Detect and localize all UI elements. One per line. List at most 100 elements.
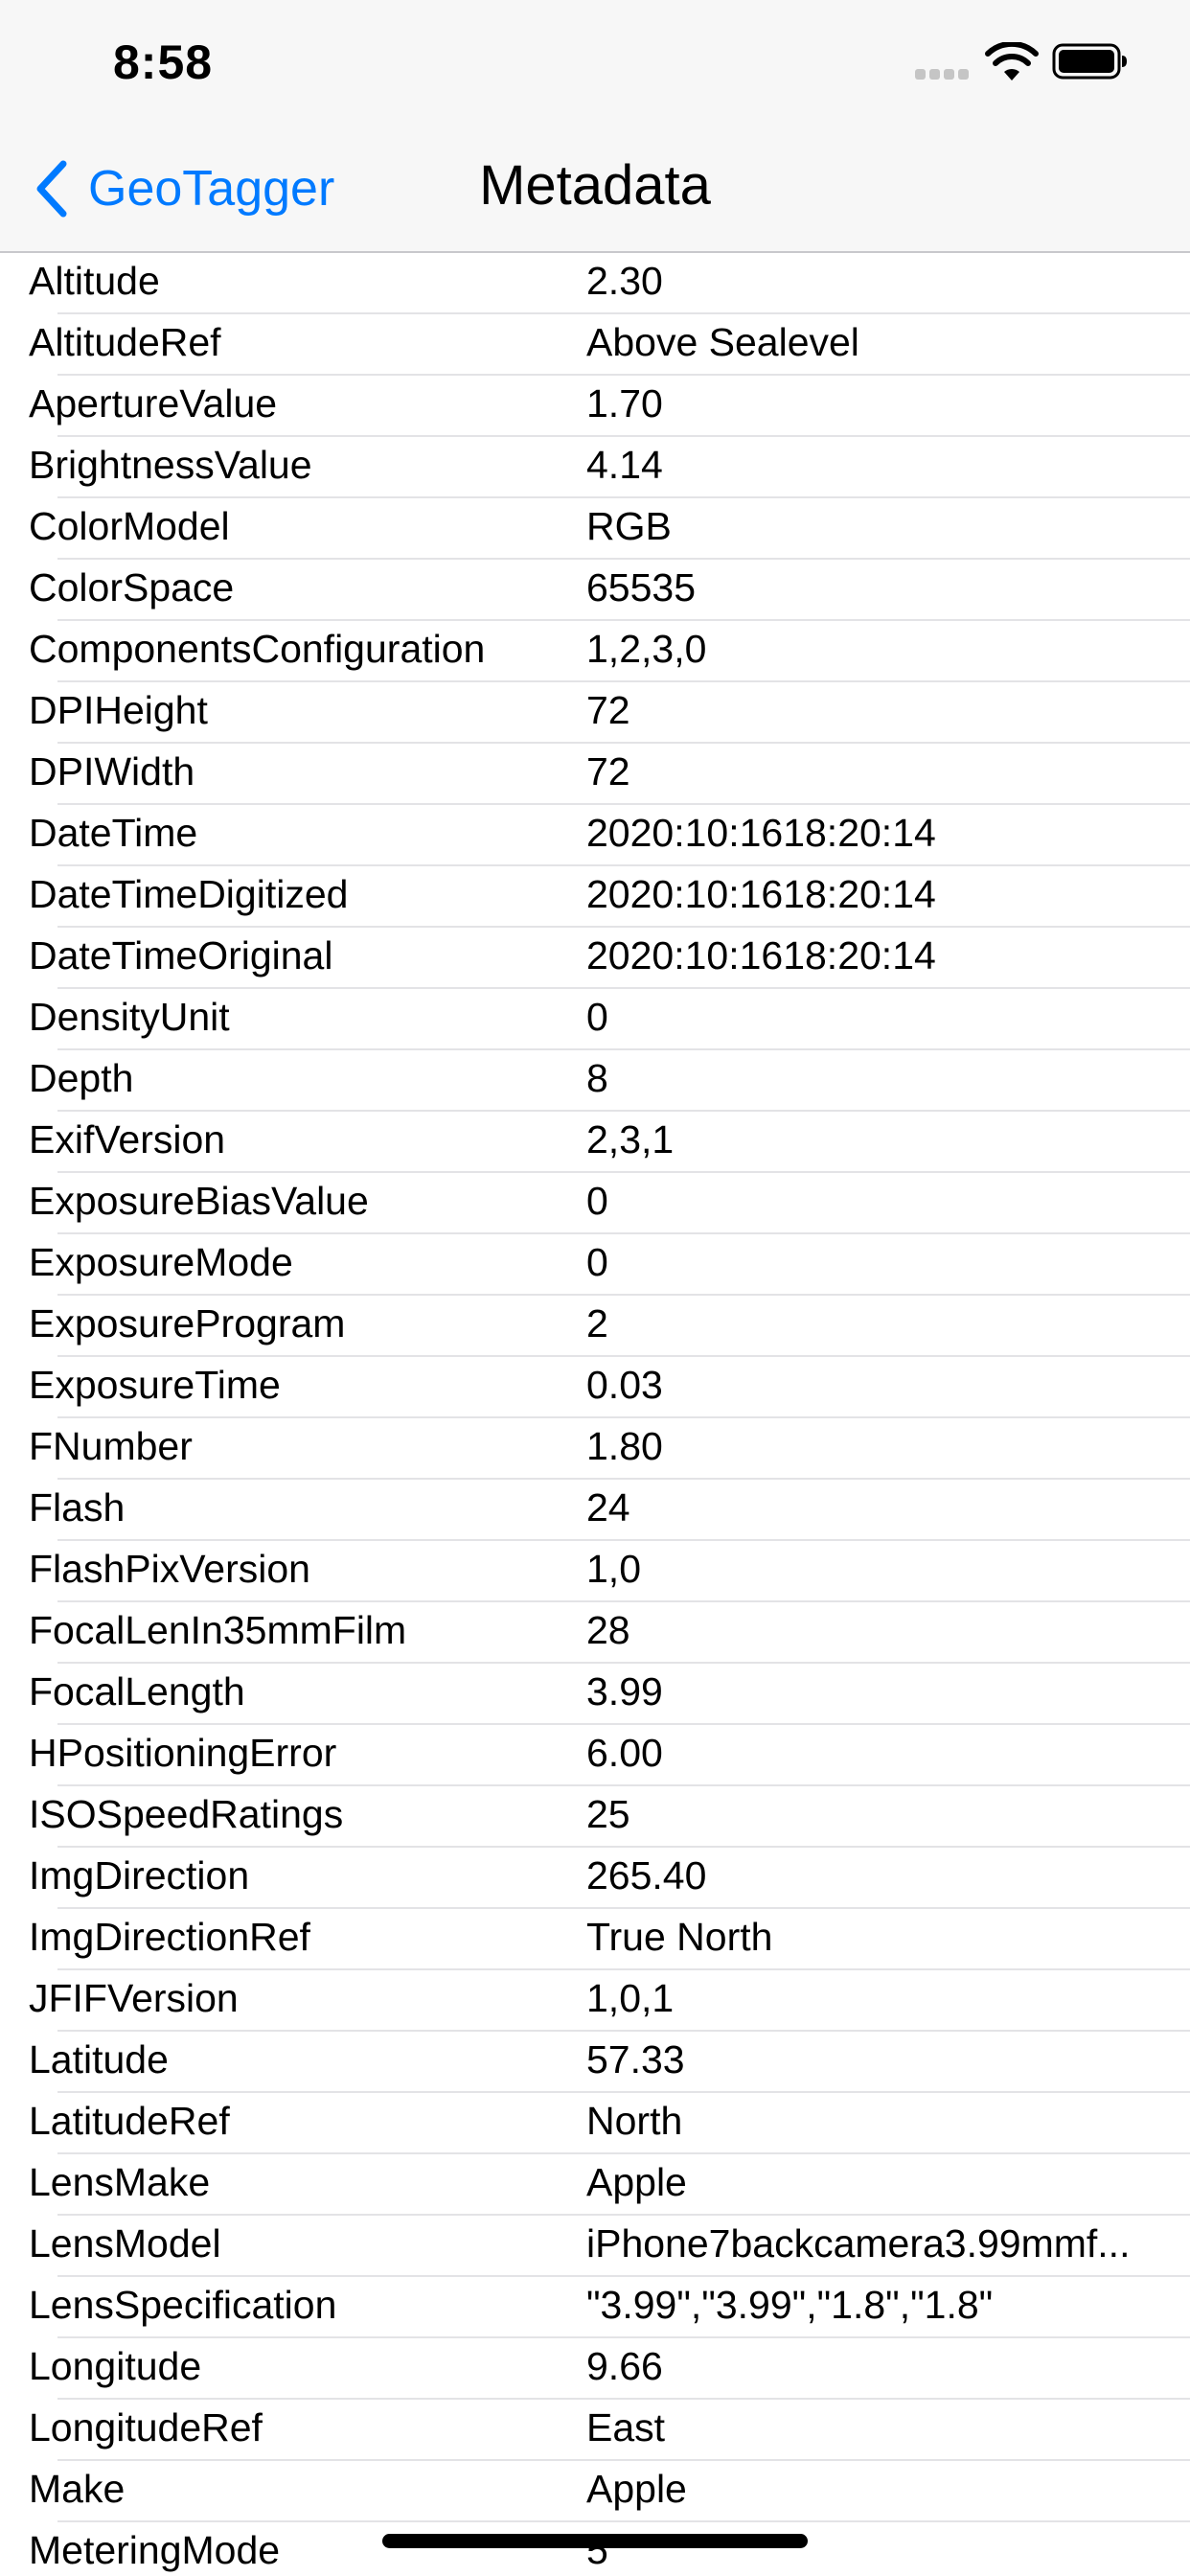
list-item[interactable]: FNumber 1.80: [29, 1418, 1190, 1480]
metadata-key: ExposureMode: [29, 1240, 293, 1284]
list-item[interactable]: LongitudeRef East: [29, 2400, 1190, 2461]
list-item[interactable]: LensMake Apple: [29, 2154, 1190, 2216]
list-item[interactable]: LensSpecification "3.99","3.99","1.8","1.…: [29, 2277, 1190, 2338]
metadata-value: 1,0,1: [586, 1976, 675, 2020]
metadata-key: LensMake: [29, 2160, 211, 2204]
metadata-list[interactable]: Altitude 2.30 AltitudeRef Above Sealevel A…: [0, 253, 1190, 2576]
metadata-key: AltitudeRef: [29, 320, 221, 364]
metadata-key: DPIWidth: [29, 749, 195, 794]
metadata-value: 1,2,3,0: [586, 627, 707, 671]
list-item[interactable]: ExposureTime 0.03: [29, 1357, 1190, 1418]
metadata-key: Flash: [29, 1485, 126, 1530]
metadata-key: ComponentsConfiguration: [29, 627, 486, 671]
metadata-key: DateTimeOriginal: [29, 933, 333, 978]
wifi-icon: [985, 42, 1039, 80]
list-item[interactable]: ImgDirectionRef True North: [29, 1909, 1190, 1970]
metadata-value: 72: [586, 688, 630, 732]
metadata-key: DPIHeight: [29, 688, 208, 732]
list-item[interactable]: ComponentsConfiguration 1,2,3,0: [29, 621, 1190, 682]
metadata-key: Make: [29, 2467, 126, 2511]
cellular-signal-icon: [915, 69, 969, 80]
metadata-key: ExposureProgram: [29, 1301, 346, 1346]
home-indicator[interactable]: [382, 2534, 808, 2548]
metadata-key: JFIFVersion: [29, 1976, 239, 2020]
metadata-key: ApertureValue: [29, 381, 278, 426]
metadata-value: 72: [586, 749, 630, 794]
metadata-value: 2: [586, 1301, 608, 1346]
metadata-value: 3.99: [586, 1669, 663, 1714]
metadata-value: iPhone7backcamera3.99mmf...: [586, 2221, 1131, 2266]
metadata-value: 1,0: [586, 1547, 641, 1591]
metadata-key: DensityUnit: [29, 995, 230, 1039]
list-item[interactable]: ExposureMode 0: [29, 1234, 1190, 1296]
list-item[interactable]: ColorSpace 65535: [29, 560, 1190, 621]
metadata-value: True North: [586, 1915, 773, 1959]
metadata-value: 2020:10:1618:20:14: [586, 811, 936, 855]
list-item[interactable]: ColorModel RGB: [29, 498, 1190, 560]
metadata-key: FocalLength: [29, 1669, 245, 1714]
list-item[interactable]: DPIWidth 72: [29, 744, 1190, 805]
metadata-key: ColorSpace: [29, 565, 235, 610]
metadata-key: Latitude: [29, 2037, 169, 2082]
list-item[interactable]: ExposureProgram 2: [29, 1296, 1190, 1357]
list-item[interactable]: Flash 24: [29, 1480, 1190, 1541]
metadata-value: "3.99","3.99","1.8","1.8": [586, 2283, 994, 2327]
list-item[interactable]: DateTimeDigitized 2020:10:1618:20:14: [29, 866, 1190, 928]
metadata-key: ExposureTime: [29, 1363, 281, 1407]
metadata-key: ColorModel: [29, 504, 230, 548]
metadata-key: DateTime: [29, 811, 198, 855]
metadata-key: Altitude: [29, 259, 160, 303]
list-item[interactable]: Altitude 2.30: [29, 253, 1190, 314]
list-item[interactable]: ExposureBiasValue 0: [29, 1173, 1190, 1234]
list-item[interactable]: ISOSpeedRatings 25: [29, 1786, 1190, 1848]
list-item[interactable]: MeteringMode 5: [29, 2522, 1190, 2576]
metadata-value: 25: [586, 1792, 630, 1836]
metadata-key: FNumber: [29, 1424, 193, 1468]
list-item[interactable]: FocalLength 3.99: [29, 1664, 1190, 1725]
metadata-key: DateTimeDigitized: [29, 872, 349, 916]
status-time: 8:58: [113, 35, 214, 89]
metadata-value: 2020:10:1618:20:14: [586, 933, 936, 978]
list-item[interactable]: Make Apple: [29, 2461, 1190, 2522]
metadata-value: Apple: [586, 2467, 687, 2511]
metadata-value: 65535: [586, 565, 697, 610]
metadata-key: ExposureBiasValue: [29, 1179, 369, 1223]
list-item[interactable]: Depth 8: [29, 1050, 1190, 1112]
metadata-value: North: [586, 2099, 683, 2143]
metadata-key: LongitudeRef: [29, 2405, 263, 2450]
list-item[interactable]: FlashPixVersion 1,0: [29, 1541, 1190, 1602]
metadata-value: 24: [586, 1485, 630, 1530]
metadata-key: BrightnessValue: [29, 443, 312, 487]
metadata-value: 265.40: [586, 1853, 707, 1898]
list-item[interactable]: DPIHeight 72: [29, 682, 1190, 744]
metadata-value: 6.00: [586, 1731, 663, 1775]
status-bar: 8:58: [0, 0, 1190, 126]
navigation-bar: GeoTagger Metadata: [0, 126, 1190, 253]
metadata-key: HPositioningError: [29, 1731, 337, 1775]
list-item[interactable]: JFIFVersion 1,0,1: [29, 1970, 1190, 2032]
list-item[interactable]: Latitude 57.33: [29, 2032, 1190, 2093]
list-item[interactable]: HPositioningError 6.00: [29, 1725, 1190, 1786]
metadata-key: Depth: [29, 1056, 134, 1100]
metadata-value: 0: [586, 1179, 608, 1223]
list-item[interactable]: AltitudeRef Above Sealevel: [29, 314, 1190, 376]
metadata-value: 57.33: [586, 2037, 685, 2082]
metadata-value: 8: [586, 1056, 608, 1100]
list-item[interactable]: ImgDirection 265.40: [29, 1848, 1190, 1909]
list-item[interactable]: Longitude 9.66: [29, 2338, 1190, 2400]
list-item[interactable]: DensityUnit 0: [29, 989, 1190, 1050]
metadata-value: 2020:10:1618:20:14: [586, 872, 936, 916]
metadata-value: 0: [586, 995, 608, 1039]
list-item[interactable]: DateTimeOriginal 2020:10:1618:20:14: [29, 928, 1190, 989]
list-item[interactable]: ApertureValue 1.70: [29, 376, 1190, 437]
list-item[interactable]: FocalLenIn35mmFilm 28: [29, 1602, 1190, 1664]
list-item[interactable]: ExifVersion 2,3,1: [29, 1112, 1190, 1173]
list-item[interactable]: DateTime 2020:10:1618:20:14: [29, 805, 1190, 866]
metadata-value: 1.70: [586, 381, 663, 426]
list-item[interactable]: BrightnessValue 4.14: [29, 437, 1190, 498]
metadata-key: LensModel: [29, 2221, 221, 2266]
metadata-value: RGB: [586, 504, 672, 548]
metadata-value: 1.80: [586, 1424, 663, 1468]
list-item[interactable]: LensModel iPhone7backcamera3.99mmf...: [29, 2216, 1190, 2277]
list-item[interactable]: LatitudeRef North: [29, 2093, 1190, 2154]
